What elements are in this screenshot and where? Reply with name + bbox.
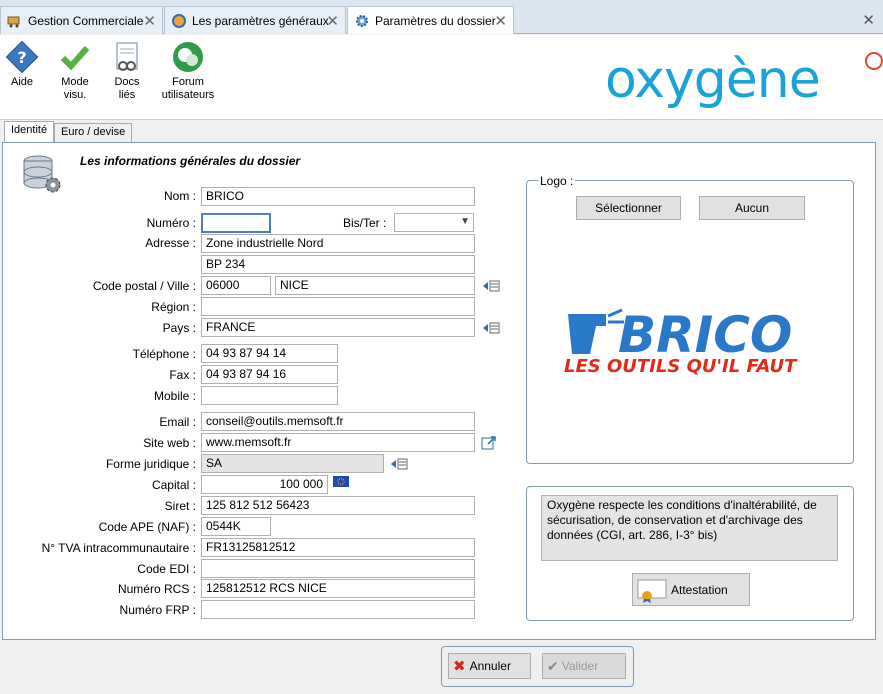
- mode-visu-label-2: visu.: [63, 89, 87, 101]
- tva-label: N° TVA intracommunautaire :: [41, 541, 196, 555]
- capital-input[interactable]: 100 000: [201, 475, 328, 494]
- fax-input[interactable]: 04 93 87 94 16: [201, 365, 338, 384]
- email-input[interactable]: conseil@outils.memsoft.fr: [201, 412, 475, 431]
- edi-input[interactable]: [201, 559, 475, 578]
- docs-lies-button[interactable]: Docs liés: [108, 40, 146, 102]
- tab-label: Paramètres du dossier: [375, 13, 496, 28]
- cart-icon: [7, 13, 23, 29]
- edi-label: Code EDI :: [137, 562, 196, 576]
- tab-parametres-dossier[interactable]: Paramètres du dossier ✕: [347, 6, 514, 34]
- close-window-icon[interactable]: ✕: [862, 11, 875, 29]
- adresse-line1-input[interactable]: Zone industrielle Nord: [201, 234, 475, 253]
- list-lookup-icon[interactable]: [390, 457, 408, 471]
- validate-label: Valider: [561, 659, 599, 673]
- bister-label: Bis/Ter :: [343, 216, 387, 230]
- site-label: Site web :: [143, 436, 196, 450]
- mode-visu-button[interactable]: Mode visu.: [56, 40, 94, 102]
- numero-input[interactable]: [201, 213, 271, 233]
- forum-label-1: Forum: [172, 76, 204, 88]
- attestation-button[interactable]: Attestation: [632, 573, 750, 606]
- region-input[interactable]: [201, 297, 475, 316]
- validate-button[interactable]: ✔ Valider: [542, 653, 626, 679]
- telephone-input[interactable]: 04 93 87 94 14: [201, 344, 338, 363]
- code-postal-input[interactable]: 06000: [201, 276, 271, 295]
- close-icon[interactable]: ✕: [494, 12, 507, 30]
- nom-label: Nom :: [163, 189, 196, 203]
- telephone-label: Téléphone :: [132, 347, 196, 361]
- oxygene-logo: oxygène: [605, 50, 821, 110]
- ville-input[interactable]: NICE: [275, 276, 475, 295]
- atom-icon: [865, 52, 883, 70]
- attestation-label: Attestation: [671, 582, 728, 597]
- svg-text:?: ?: [17, 48, 26, 67]
- help-label: Aide: [10, 76, 34, 88]
- ape-input[interactable]: 0544K: [201, 517, 271, 536]
- tab-parametres-generaux[interactable]: Les paramètres généraux ✕: [164, 6, 346, 34]
- docs-label-1: Docs: [114, 76, 140, 88]
- tab-gestion-commerciale[interactable]: Gestion Commerciale ✕: [0, 6, 163, 34]
- mode-visu-label-1: Mode: [61, 76, 89, 88]
- nom-input[interactable]: BRICO: [201, 187, 475, 206]
- numero-label: Numéro :: [146, 216, 196, 230]
- pays-input[interactable]: FRANCE: [201, 318, 475, 337]
- certificate-icon: [637, 577, 667, 603]
- tab-label: Gestion Commerciale: [28, 13, 144, 28]
- frp-input[interactable]: [201, 600, 475, 619]
- cancel-label: Annuler: [469, 659, 511, 673]
- close-icon[interactable]: ✕: [326, 12, 339, 30]
- frp-label: Numéro FRP :: [119, 603, 196, 617]
- forme-input[interactable]: SA: [201, 454, 384, 473]
- gear-icon: [354, 13, 370, 29]
- list-lookup-icon[interactable]: [482, 321, 500, 335]
- help-button[interactable]: ? Aide: [4, 40, 40, 89]
- ape-label: Code APE (NAF) :: [98, 520, 196, 534]
- select-logo-button[interactable]: Sélectionner: [576, 196, 681, 220]
- conformity-notice: Oxygène respecte les conditions d'inalté…: [541, 495, 838, 561]
- mobile-input[interactable]: [201, 386, 338, 405]
- brico-logo-image: BRICO LES OUTILS QU'IL FAUT: [560, 296, 830, 380]
- cp-ville-label: Code postal / Ville :: [92, 279, 196, 293]
- help-icon: ?: [5, 40, 39, 74]
- open-link-icon[interactable]: [481, 435, 499, 450]
- mobile-label: Mobile :: [153, 389, 196, 403]
- list-lookup-icon[interactable]: [482, 279, 500, 293]
- section-title: Les informations générales du dossier: [80, 154, 301, 168]
- cancel-button[interactable]: ✖ Annuler: [448, 653, 531, 679]
- docs-label-2: liés: [118, 89, 136, 101]
- siret-input[interactable]: 125 812 512 56423: [201, 496, 475, 515]
- forum-icon: [171, 40, 205, 74]
- logo-group-title: Logo :: [538, 174, 576, 188]
- adresse-line2-input[interactable]: BP 234: [201, 255, 475, 274]
- rcs-label: Numéro RCS :: [117, 582, 196, 596]
- euro-flag-icon: [333, 476, 349, 487]
- cancel-x-icon: ✖: [453, 658, 466, 675]
- close-icon[interactable]: ✕: [143, 12, 156, 30]
- email-label: Email :: [159, 415, 196, 429]
- settings-globe-icon: [171, 13, 187, 29]
- forum-label-2: utilisateurs: [161, 89, 215, 101]
- bister-select[interactable]: ▼: [394, 213, 474, 232]
- siret-label: Siret :: [164, 499, 196, 513]
- region-label: Région :: [151, 300, 196, 314]
- site-input[interactable]: www.memsoft.fr: [201, 433, 475, 452]
- brand-slogan: LES OUTILS QU'IL FAUT: [564, 356, 798, 377]
- pays-label: Pays :: [162, 321, 196, 335]
- tva-input[interactable]: FR13125812512: [201, 538, 475, 557]
- chevron-down-icon: ▼: [460, 216, 470, 227]
- linked-docs-icon: [110, 40, 144, 74]
- forme-label: Forme juridique :: [105, 457, 196, 471]
- forum-button[interactable]: Forum utilisateurs: [160, 40, 216, 102]
- tab-label: Les paramètres généraux: [192, 13, 329, 28]
- checkmark-icon: [58, 40, 92, 74]
- fax-label: Fax :: [169, 368, 196, 382]
- capital-label: Capital :: [151, 478, 196, 492]
- validate-check-icon: ✔: [547, 657, 559, 674]
- tab-euro-devise[interactable]: Euro / devise: [54, 123, 133, 142]
- adresse-label: Adresse :: [145, 236, 196, 250]
- remove-logo-button[interactable]: Aucun: [699, 196, 805, 220]
- tab-identite[interactable]: Identité: [4, 121, 55, 143]
- rcs-input[interactable]: 125812512 RCS NICE: [201, 579, 475, 598]
